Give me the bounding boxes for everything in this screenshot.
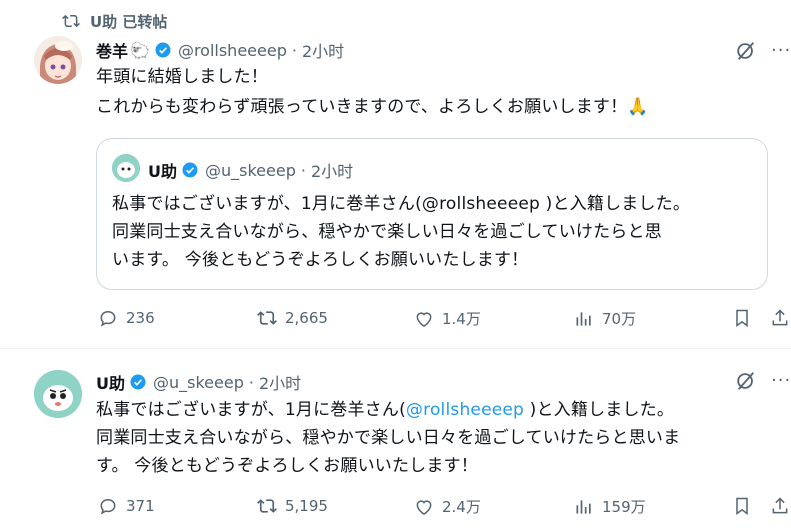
grok-button[interactable] [735,40,757,66]
quote-handle: @u_skeeep [205,160,296,180]
heart-icon [416,311,432,327]
share-button[interactable] [770,496,790,516]
repost-icon [257,499,277,513]
post2-text-line3: す。 今後ともどうぞよろしくお願いいたします！ [96,456,478,476]
share-icon [772,497,788,514]
post1-text-line2: これからも変わらず頑張っていきますので、よろしくお願いします！🙏 [96,97,649,117]
post-divider [0,348,791,349]
repost-count: 2,665 [285,309,328,327]
reply-button[interactable]: 371 [98,496,155,516]
repost-icon [257,311,277,325]
bookmark-icon [736,309,748,327]
reply-icon [100,498,116,515]
heart-icon [416,499,432,515]
like-button[interactable]: 1.4万 [414,308,481,329]
display-name[interactable]: U助 [96,370,125,394]
post2-text-before: 私事ではございますが、1月に巻羊さん( [96,400,406,420]
slash-circle-icon [737,42,755,60]
retweet-header[interactable]: U助 已转帖 [62,10,167,32]
user-handle[interactable]: @rollsheeeep [178,41,287,60]
grok-button[interactable] [735,370,757,396]
quote-display-name: U助 [148,162,177,181]
post-time[interactable]: 2小时 [302,38,344,62]
user-handle[interactable]: @u_skeeep [153,373,244,392]
views-button[interactable]: 70万 [574,308,636,329]
share-icon [772,309,788,326]
separator-dot: · [248,372,254,392]
quote-avatar[interactable] [112,154,140,182]
views-icon [576,311,591,326]
repost-count: 5,195 [285,497,328,515]
post-time[interactable]: 2小时 [259,370,301,394]
post2-text-after: )と入籍しました。 [524,400,675,420]
repost-icon [62,14,80,28]
views-icon [576,499,591,514]
sheep-emoji: 🐑 [130,40,150,60]
quote-header: U助 @u_skeeep · 2小时 [148,158,353,182]
like-button[interactable]: 2.4万 [414,496,481,517]
verified-badge-icon [155,42,171,58]
bookmark-button[interactable] [732,308,752,328]
views-button[interactable]: 159万 [574,496,646,517]
verified-badge-icon [130,374,146,390]
more-options-button[interactable]: ··· [771,40,791,61]
post2-header: U助 @u_skeeep · 2小时 [96,370,301,394]
reply-count: 236 [126,309,155,327]
share-button[interactable] [770,308,790,328]
separator-dot: · [291,40,297,60]
quote-text: 私事ではございますが、1月に巻羊さん(@rollsheeeep )と入籍しました… [112,194,691,270]
post2-text-line1: 私事ではございますが、1月に巻羊さん(@rollsheeeep )と入籍しました… [96,396,674,424]
views-count: 159万 [602,498,646,516]
mention-link[interactable]: @rollsheeeep [406,400,524,420]
quote-time: 2小时 [310,162,354,181]
repost-button[interactable]: 5,195 [257,496,328,516]
separator-dot: · [300,160,306,180]
post1-header: 巻羊 🐑 @rollsheeeep · 2小时 [96,38,344,62]
repost-button[interactable]: 2,665 [257,308,328,328]
reply-icon [100,310,116,327]
post1-text-line1: 年頭に結婚しました！ [96,67,268,87]
like-count: 2.4万 [442,498,481,516]
post2-text-line2: 同業同士支え合いながら、穏やかで楽しい日々を過ごしていけたらと思いま [96,428,681,448]
like-count: 1.4万 [442,310,481,328]
bookmark-icon [736,497,748,515]
retweet-label: U助 已转帖 [90,12,168,31]
views-count: 70万 [602,310,637,328]
slash-circle-icon [737,372,755,390]
bookmark-button[interactable] [732,496,752,516]
verified-badge-icon [182,162,198,178]
more-options-button[interactable]: ··· [771,370,791,391]
reply-button[interactable]: 236 [98,308,155,328]
reply-count: 371 [126,497,155,515]
avatar[interactable] [34,370,82,418]
avatar[interactable] [34,36,82,84]
display-name[interactable]: 巻羊 [96,38,128,62]
